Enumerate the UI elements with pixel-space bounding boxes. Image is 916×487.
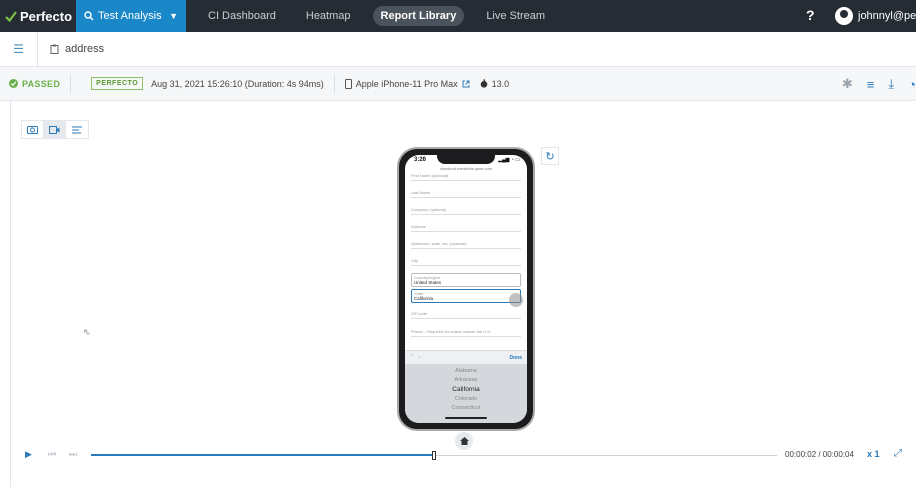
clipboard-icon — [50, 44, 59, 54]
field-value: California — [414, 296, 434, 301]
help-icon[interactable]: ? — [806, 7, 815, 23]
report-content: 3:26 ▂▄▆ ◔ ▭ checkout.mimicthis.qwer.com… — [10, 101, 916, 487]
picker-option: Connecticut — [451, 405, 481, 411]
playback-speed-button[interactable]: x 1 — [867, 449, 880, 459]
field-label: Address — [411, 224, 426, 229]
nav-ci-dashboard[interactable]: CI Dashboard — [200, 6, 284, 26]
field-label: Phone – Required for orders outside the … — [411, 329, 492, 334]
status-badge: PASSED — [9, 79, 60, 89]
steps-list-icon[interactable] — [66, 121, 88, 138]
previous-step-icon[interactable]: ⏮ — [48, 449, 56, 460]
top-navigation-bar: Perfecto Test Analysis ▼ CI Dashboard He… — [0, 0, 916, 32]
picker-option: Alabama — [455, 368, 477, 374]
breadcrumb-item: address — [50, 43, 104, 55]
field-label: Company (optional) — [411, 207, 446, 212]
list-icon[interactable]: ☰ — [0, 31, 38, 67]
field-label: ZIP code — [411, 311, 427, 316]
run-datetime: Aug 31, 2021 15:26:10 (Duration: 4s 94ms… — [151, 78, 324, 89]
phone-status-icons: ▂▄▆ ◔ ▭ — [498, 157, 520, 163]
picker-option: Colorado — [454, 396, 478, 402]
check-mark-icon — [5, 11, 17, 22]
chevron-down-icon: ▼ — [169, 11, 178, 21]
city-field: City — [411, 258, 521, 266]
test-analysis-label: Test Analysis — [98, 10, 162, 22]
os-info: 13.0 — [480, 78, 510, 89]
last-name-field: Last Name — [411, 190, 521, 198]
device-info[interactable]: Apple iPhone-11 Pro Max — [344, 78, 470, 89]
phone-url: checkout.mimicthis.qwer.com — [439, 166, 492, 171]
mouse-cursor-icon: ⇖ — [83, 327, 91, 337]
state-picker: Alabama Arkansas California Colorado Con… — [405, 364, 527, 423]
company-field: Company (optional) — [411, 207, 521, 215]
video-player-controls: ▶ ⏮ ⏭ 00:00:02 / 00:00:04 x 1 ⤢ — [11, 445, 916, 465]
status-text: PASSED — [22, 78, 61, 89]
video-progress-bar[interactable] — [91, 451, 777, 460]
os-version: 13.0 — [491, 78, 510, 89]
nav-arrows-icon: ⌃⌄ — [410, 354, 425, 360]
video-timecode: 00:00:02 / 00:00:04 — [785, 450, 854, 459]
country-field: Country/region United States — [411, 273, 521, 287]
next-step-icon[interactable]: ⏭ — [69, 449, 77, 460]
avatar — [835, 7, 853, 25]
picker-option: Arkansas — [454, 377, 478, 383]
video-icon[interactable] — [44, 121, 66, 138]
field-label: Last Name — [411, 190, 431, 195]
phone-time: 3:26 — [414, 157, 427, 163]
download-icon[interactable]: ⤓ — [888, 76, 894, 92]
field-value: United States — [414, 280, 442, 285]
apartment-field: Apartment, suite, etc. (optional) — [411, 241, 521, 249]
nav-live-stream[interactable]: Live Stream — [478, 6, 553, 26]
rotate-icon[interactable]: ↻ — [541, 147, 559, 165]
field-label: Apartment, suite, etc. (optional) — [411, 241, 467, 246]
test-name: address — [65, 43, 105, 55]
perfecto-badge: PERFECTO — [91, 77, 144, 90]
device-name: Apple iPhone-11 Pro Max — [355, 78, 458, 89]
apple-icon — [480, 79, 487, 88]
test-status-bar: PASSED PERFECTO Aug 31, 2021 15:26:10 (D… — [0, 67, 916, 101]
address-field: Address — [411, 224, 521, 232]
done-label: Done — [509, 355, 523, 361]
phone-notch — [437, 155, 495, 164]
search-icon — [84, 11, 94, 21]
home-indicator — [445, 417, 487, 419]
field-label: City — [411, 258, 418, 263]
progress-handle[interactable] — [432, 451, 436, 460]
phone-icon — [344, 78, 352, 89]
camera-icon[interactable] — [22, 121, 44, 138]
picker-selected-option: California — [452, 386, 480, 393]
user-name: johnnyl@per... — [858, 10, 916, 22]
list-details-icon[interactable]: ≡ — [867, 77, 875, 92]
logo-text: Perfecto — [20, 8, 73, 24]
perfecto-logo[interactable]: Perfecto — [0, 9, 76, 24]
device-video: 3:26 ▂▄▆ ◔ ▭ checkout.mimicthis.qwer.com… — [397, 147, 535, 431]
divider — [333, 74, 335, 93]
user-menu[interactable]: johnnyl@per... — [835, 7, 916, 25]
touch-indicator — [509, 293, 523, 307]
breadcrumb: ☰ address — [0, 31, 916, 67]
phone-field: Phone – Required for orders outside the … — [411, 329, 521, 337]
zip-field: ZIP code — [411, 311, 521, 319]
keyboard-toolbar: ⌃⌄ Done — [405, 350, 527, 364]
play-icon[interactable]: ▶ — [25, 449, 32, 460]
state-field: State California — [411, 289, 521, 303]
view-toggle — [21, 120, 89, 139]
nav-report-library[interactable]: Report Library — [372, 6, 465, 26]
nav-heatmap[interactable]: Heatmap — [298, 6, 359, 26]
device-screen: 3:26 ▂▄▆ ◔ ▭ checkout.mimicthis.qwer.com… — [405, 155, 527, 423]
test-analysis-menu[interactable]: Test Analysis ▼ — [76, 0, 186, 32]
external-link-icon[interactable] — [462, 80, 470, 88]
bug-icon[interactable]: ✱ — [842, 76, 853, 92]
first-name-field: First Name (optional) — [411, 173, 521, 181]
field-label: First Name (optional) — [411, 173, 449, 178]
check-circle-icon — [9, 79, 18, 88]
report-actions: ✱ ≡ ⤓ ◔ — [842, 67, 916, 101]
fullscreen-icon[interactable]: ⤢ — [894, 448, 902, 459]
divider — [70, 74, 72, 93]
progress-fill — [91, 454, 434, 456]
share-icon[interactable]: ◔ — [908, 77, 916, 92]
